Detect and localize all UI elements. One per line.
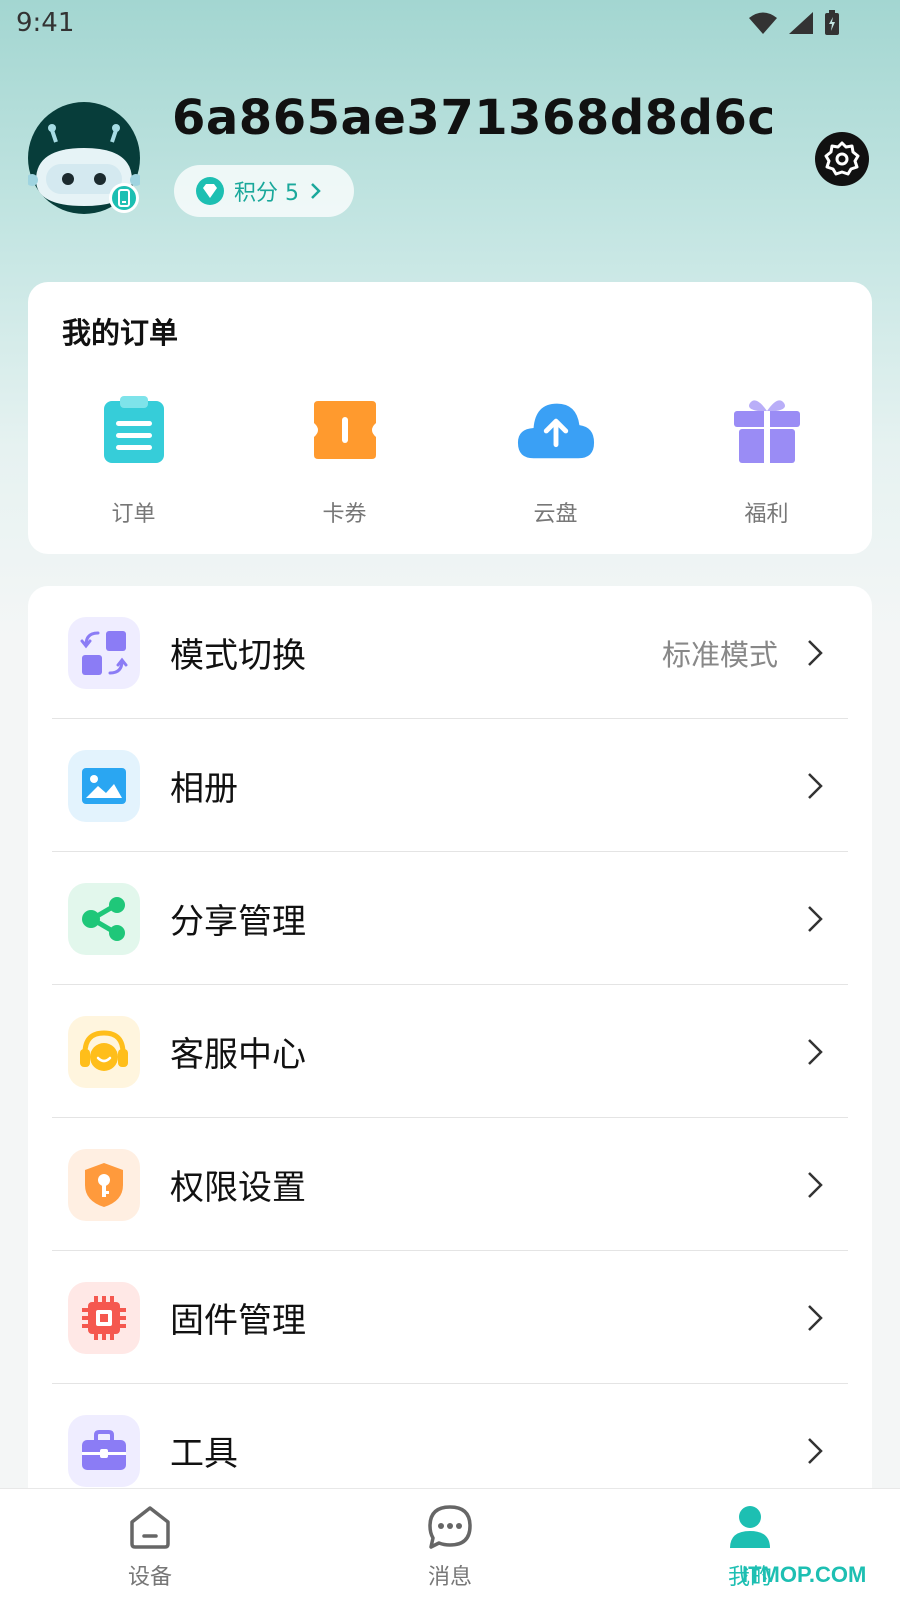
order-label: 福利 <box>744 502 789 527</box>
cloud-upload-icon <box>516 390 596 470</box>
settings-button[interactable] <box>815 132 869 186</box>
chevron-right-icon <box>311 183 321 199</box>
chevron-right-icon <box>800 904 830 934</box>
status-icons <box>748 10 840 36</box>
menu-label: 固件管理 <box>170 1301 306 1341</box>
chevron-right-icon <box>800 1170 830 1200</box>
battery-icon <box>825 10 839 35</box>
menu-item-mode-switch[interactable]: 模式切换 标准模式 <box>52 586 848 719</box>
menu-label: 分享管理 <box>170 902 306 942</box>
orders-grid: 订单 卡券 云盘 福利 <box>28 390 872 528</box>
order-label: 云盘 <box>533 502 578 527</box>
order-item-benefits[interactable]: 福利 <box>661 390 872 528</box>
order-label: 订单 <box>111 502 156 527</box>
menu-card: 模式切换 标准模式 相册 分享管理 客服中心 权限设置 固件管理 工具 <box>28 586 872 1506</box>
nav-label: 消息 <box>427 1565 472 1590</box>
chevron-right-icon <box>800 771 830 801</box>
chevron-right-icon <box>800 638 830 668</box>
avatar[interactable] <box>26 102 142 214</box>
clipboard-icon <box>94 390 174 470</box>
menu-item-customer-service[interactable]: 客服中心 <box>52 985 848 1118</box>
device-home-icon <box>124 1501 176 1553</box>
menu-item-album[interactable]: 相册 <box>52 719 848 852</box>
nav-tab-messages[interactable]: 消息 <box>300 1489 600 1600</box>
status-bar: 9:41 <box>0 0 900 50</box>
menu-item-permissions[interactable]: 权限设置 <box>52 1118 848 1251</box>
share-icon <box>68 882 140 955</box>
menu-label: 客服中心 <box>170 1035 306 1075</box>
chip-icon <box>68 1281 140 1354</box>
menu-label: 模式切换 <box>170 636 306 676</box>
gear-icon <box>824 141 860 176</box>
order-item-coupons[interactable]: 卡券 <box>239 390 450 528</box>
orders-title: 我的订单 <box>62 316 179 350</box>
points-button[interactable]: 积分 5 <box>174 165 354 217</box>
order-item-cloud[interactable]: 云盘 <box>450 390 661 528</box>
shield-key-icon <box>68 1148 140 1221</box>
signal-icon <box>789 12 813 34</box>
chevron-right-icon <box>800 1037 830 1067</box>
toolbox-icon <box>68 1414 140 1487</box>
gift-icon <box>727 390 807 470</box>
mode-switch-icon <box>68 616 140 689</box>
orders-card: 我的订单 订单 卡券 云盘 福利 <box>28 282 872 554</box>
nav-label: 设备 <box>127 1565 172 1590</box>
menu-item-share[interactable]: 分享管理 <box>52 852 848 985</box>
message-icon <box>424 1501 476 1553</box>
menu-item-firmware[interactable]: 固件管理 <box>52 1251 848 1384</box>
chevron-right-icon <box>800 1436 830 1466</box>
headset-icon <box>68 1015 140 1088</box>
photo-album-icon <box>68 749 140 822</box>
menu-label: 工具 <box>170 1434 238 1474</box>
wifi-icon <box>749 12 777 34</box>
watermark: ITMOP.COM <box>742 1562 867 1587</box>
profile-icon <box>724 1501 776 1553</box>
ticket-icon <box>305 390 385 470</box>
menu-label: 相册 <box>170 769 238 809</box>
device-badge-icon <box>109 183 139 213</box>
nav-tab-devices[interactable]: 设备 <box>0 1489 300 1600</box>
username: 6a865ae371368d8d6cb... <box>172 90 772 146</box>
gem-icon <box>196 177 224 205</box>
points-label: 积分 5 <box>234 181 299 206</box>
status-time: 9:41 <box>16 8 75 38</box>
chevron-right-icon <box>800 1303 830 1333</box>
menu-value: 标准模式 <box>661 637 778 672</box>
order-label: 卡券 <box>322 502 367 527</box>
order-item-orders[interactable]: 订单 <box>28 390 239 528</box>
menu-label: 权限设置 <box>170 1168 306 1208</box>
